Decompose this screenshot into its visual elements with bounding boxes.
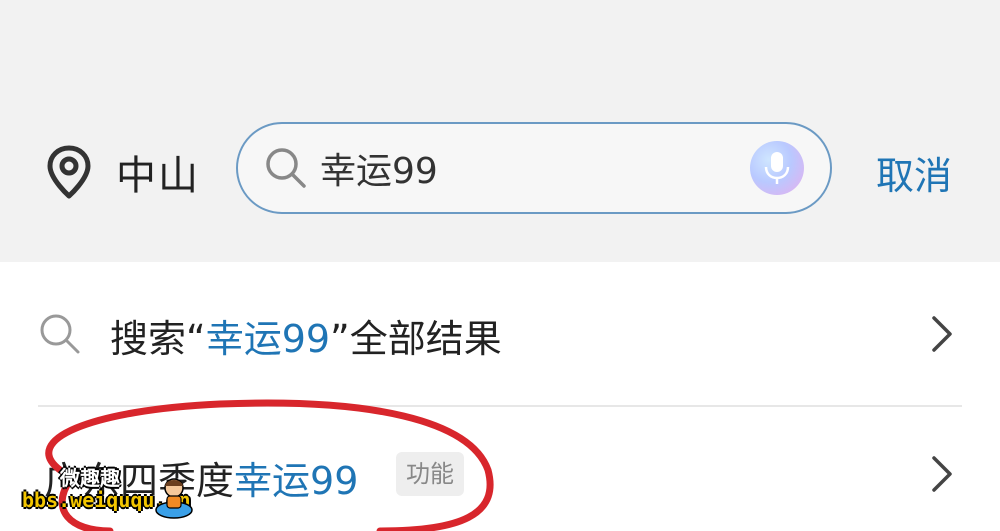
search-icon [264, 146, 308, 190]
chevron-right-icon [930, 454, 954, 498]
location-label: 中山 [116, 153, 200, 199]
chevron-right-icon [930, 314, 954, 358]
search-input[interactable]: 幸运99 [236, 122, 832, 214]
watermark-top-text: 微趣趣 [60, 466, 120, 490]
location-selector[interactable]: 中山 [44, 142, 200, 202]
divider [38, 405, 962, 407]
search-query-text[interactable]: 幸运99 [320, 142, 750, 194]
all-results-keyword: 幸运99 [205, 317, 331, 361]
location-pin-icon [44, 144, 94, 200]
search-all-results-row[interactable]: 搜索“幸运99”全部结果 [0, 292, 1000, 376]
cartoon-figure-icon [155, 478, 193, 519]
suggestion-keyword: 幸运99 [234, 459, 359, 503]
function-tag: 功能 [396, 452, 464, 496]
search-icon [38, 312, 82, 360]
cancel-button[interactable]: 取消 [876, 145, 952, 200]
all-results-suffix: ”全部结果 [330, 317, 502, 361]
all-results-label: 搜索“幸运99”全部结果 [110, 308, 502, 363]
microphone-icon [764, 152, 790, 184]
watermark: 微趣趣 bbs.weiququ.cn [22, 462, 202, 522]
voice-input-button[interactable] [750, 141, 804, 195]
all-results-prefix: 搜索“ [110, 317, 206, 361]
